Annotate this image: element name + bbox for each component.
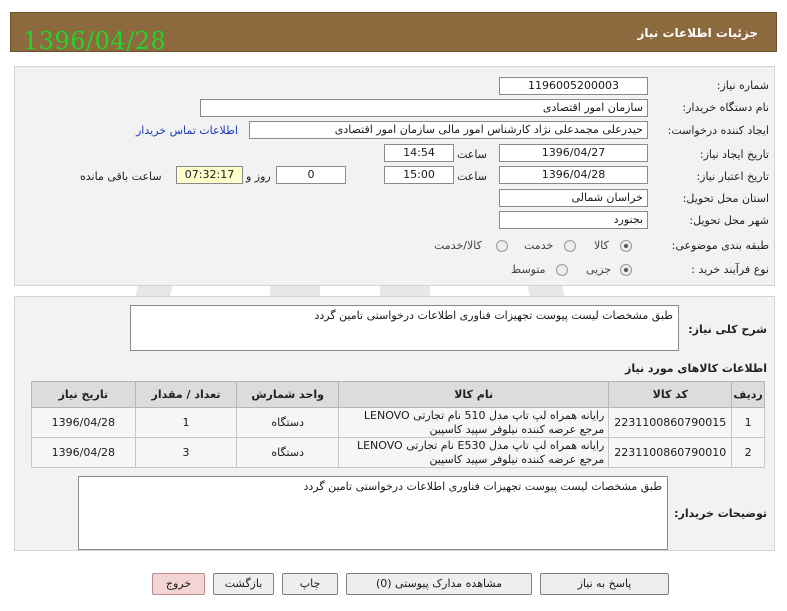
header-date: 1396/04/28 <box>23 27 167 55</box>
time-remaining-field: 07:32:17 <box>176 166 243 184</box>
cell-unit: دستگاه <box>236 437 339 468</box>
reply-button[interactable]: پاسخ به نیاز <box>540 573 669 595</box>
category-label: طبقه بندی موضوعی: <box>671 239 769 252</box>
process-label: نوع فرآیند خرید : <box>691 263 769 276</box>
need-number-field: 1196005200003 <box>499 77 648 95</box>
created-date-label: تاریخ ایجاد نیاز: <box>699 148 769 161</box>
table-row: 2 2231100860790010 رایانه همراه لپ تاپ م… <box>31 437 765 468</box>
exit-button[interactable]: خروج <box>152 573 205 595</box>
category-goods-label: کالا <box>594 239 609 252</box>
page-header: جزئیات اطلاعات نیاز 1396/04/28 <box>10 12 777 55</box>
requester-field: حیدرعلی مجمدعلی نژاد کارشناس امور مالی س… <box>249 121 648 139</box>
buyer-org-label: نام دستگاه خریدار: <box>682 101 769 114</box>
process-minor-label: جزیی <box>586 263 612 276</box>
city-label: شهر محل تحویل: <box>689 214 769 227</box>
created-time-label: ساعت <box>457 148 487 161</box>
days-remaining-field: 0 <box>276 166 346 184</box>
province-field: خراسان شمالی <box>499 189 648 207</box>
page-title: جزئیات اطلاعات نیاز <box>637 26 758 40</box>
buyer-notes-text: طبق مشخصات لیست پیوست تجهیزات فناوری اطل… <box>78 476 668 550</box>
province-label: استان محل تحویل: <box>682 192 769 205</box>
validity-date-label: تاریخ اعتبار نیاز: <box>696 170 769 183</box>
validity-date-field: 1396/04/28 <box>499 166 648 184</box>
col-unit: واحد شمارش <box>236 381 339 408</box>
time-remaining-label: ساعت باقی مانده <box>80 170 162 183</box>
cell-qty: 3 <box>134 437 238 468</box>
table-row: 1 2231100860790015 رایانه همراه لپ تاپ م… <box>31 407 765 438</box>
cell-date: 1396/04/28 <box>31 407 136 438</box>
buyer-notes-label: توضیحات خریدار: <box>674 507 767 520</box>
requester-label: ایجاد کننده درخواست: <box>667 124 769 137</box>
col-date: تاریخ نیاز <box>31 381 136 408</box>
col-qty: تعداد / مقدار <box>134 381 238 408</box>
process-minor-radio[interactable] <box>620 264 632 276</box>
city-field: بجنورد <box>499 211 648 229</box>
cell-code: 2231100860790010 <box>608 437 733 468</box>
items-title: اطلاعات کالاهای مورد نیاز <box>625 362 767 375</box>
col-row: ردیف <box>731 381 765 408</box>
category-both-radio[interactable] <box>496 240 508 252</box>
validity-time-field: 15:00 <box>384 166 454 184</box>
col-code: کد کالا <box>608 381 733 408</box>
summary-text: طبق مشخصات لیست پیوست تجهیزات فناوری اطل… <box>130 305 679 351</box>
validity-time-label: ساعت <box>457 170 487 183</box>
col-name: نام کالا <box>337 381 610 408</box>
cell-name: رایانه همراه لپ تاپ مدل E530 نام تجارتی … <box>337 437 610 468</box>
category-service-label: خدمت <box>524 239 554 252</box>
buyer-org-field: سازمان امور اقتصادی <box>200 99 648 117</box>
created-date-field: 1396/04/27 <box>499 144 648 162</box>
cell-code: 2231100860790015 <box>608 407 733 438</box>
back-button[interactable]: بازگشت <box>213 573 274 595</box>
category-goods-radio[interactable] <box>620 240 632 252</box>
process-medium-label: متوسط <box>511 263 546 276</box>
cell-date: 1396/04/28 <box>31 437 136 468</box>
cell-name: رایانه همراه لپ تاپ مدل 510 نام تجارتی L… <box>337 407 610 438</box>
buyer-contact-link[interactable]: اطلاعات تماس خریدار <box>136 124 238 137</box>
cell-unit: دستگاه <box>236 407 339 438</box>
created-time-field: 14:54 <box>384 144 454 162</box>
need-number-label: شماره نیاز: <box>716 79 769 92</box>
items-table: ردیف کد کالا نام کالا واحد شمارش تعداد /… <box>31 381 765 468</box>
process-medium-radio[interactable] <box>556 264 568 276</box>
print-button[interactable]: چاپ <box>282 573 338 595</box>
category-both-label: کالا/خدمت <box>434 239 482 252</box>
summary-label: شرح کلی نیاز: <box>688 323 767 336</box>
cell-qty: 1 <box>134 407 238 438</box>
cell-row: 2 <box>731 437 765 468</box>
attachments-button[interactable]: مشاهده مدارک پیوستی (0) <box>346 573 532 595</box>
cell-row: 1 <box>731 407 765 438</box>
category-service-radio[interactable] <box>564 240 576 252</box>
days-label: روز و <box>246 170 271 183</box>
